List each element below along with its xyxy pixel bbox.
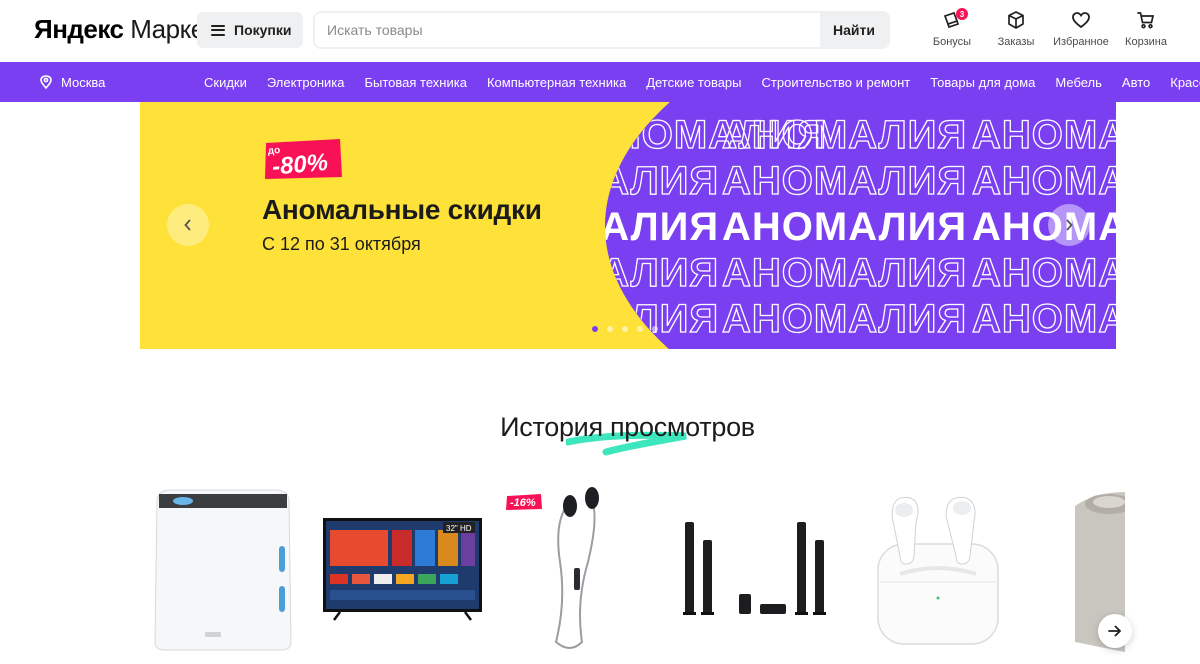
box-icon [1008, 11, 1024, 29]
banner-next-button[interactable] [1048, 204, 1090, 246]
menu-icon [211, 24, 225, 36]
chevron-right-icon [1066, 219, 1073, 231]
nav-item-home[interactable]: Товары для дома [920, 75, 1045, 90]
orders-label: Заказы [997, 36, 1035, 48]
search-button[interactable]: Найти [820, 13, 888, 47]
nav-items: Скидки Электроника Бытовая техника Компь… [194, 62, 1200, 102]
city-label: Москва [61, 74, 106, 90]
product-tv[interactable]: 32" HD [320, 482, 485, 664]
category-nav: Москва Скидки Электроника Бытовая техник… [0, 62, 1200, 102]
product-earbuds[interactable] [870, 482, 1005, 664]
heart-icon [1072, 12, 1090, 29]
nav-item-furniture[interactable]: Мебель [1045, 75, 1112, 90]
history-title: История просмотров [500, 412, 755, 442]
banner-prev-button[interactable] [167, 204, 209, 246]
discount-text: -16% [510, 497, 536, 509]
history-products: 32" HD [145, 482, 1125, 664]
chevron-left-icon [184, 219, 191, 231]
search-bar: Найти [313, 11, 890, 49]
nav-item-construction[interactable]: Строительство и ремонт [752, 75, 921, 90]
pattern-row-3c: АНОМАЛИЯ [972, 205, 1116, 249]
pattern-row-2b: АНОМАЛИЯ [722, 159, 967, 203]
history-next-button[interactable] [1098, 614, 1132, 648]
product-headphones[interactable] [530, 482, 625, 664]
pattern-row-5: АНОМАЛИЯ [474, 297, 719, 341]
location-pin-icon [40, 75, 52, 89]
banner-dot-4[interactable] [637, 326, 643, 332]
bonuses-button[interactable]: 3 Бонусы [920, 8, 984, 48]
catalog-button-label: Покупки [234, 22, 292, 38]
city-selector[interactable]: Москва [40, 62, 105, 102]
nav-item-computers[interactable]: Компьютерная техника [477, 75, 636, 90]
nav-item-electronics[interactable]: Электроника [257, 75, 355, 90]
favorites-button[interactable]: Избранное [1048, 10, 1114, 48]
bonuses-label: Бонусы [932, 36, 972, 48]
nav-item-beauty[interactable]: Красота [1160, 75, 1200, 90]
banner-pagination [592, 326, 658, 332]
nav-item-appliances[interactable]: Бытовая техника [355, 75, 477, 90]
search-input[interactable] [315, 13, 820, 47]
banner-subtitle: С 12 по 31 октября [262, 234, 421, 254]
tv-screen-badge: 32" HD [446, 524, 472, 533]
product-speaker-system[interactable] [675, 482, 845, 664]
banner-dot-2[interactable] [607, 326, 613, 332]
nav-item-discounts[interactable]: Скидки [194, 75, 257, 90]
discount-sticker: до -80% [265, 139, 342, 181]
cart-button[interactable]: Корзина [1114, 10, 1178, 48]
pattern-row-2c: АНОМАЛИЯ [972, 159, 1116, 203]
catalog-button[interactable]: Покупки [197, 12, 303, 48]
arrow-right-icon [1108, 625, 1122, 637]
favorites-label: Избранное [1053, 36, 1109, 48]
banner-dot-3[interactable] [622, 326, 628, 332]
orders-button[interactable]: Заказы [984, 10, 1048, 48]
bonus-badge: 3 [956, 8, 968, 20]
pattern-row-4: АНОМАЛИЯ [474, 251, 719, 295]
nav-item-kids[interactable]: Детские товары [636, 75, 751, 90]
pattern-row-5c: АНОМАЛИЯ [972, 297, 1116, 341]
pattern-row-5b: АНОМАЛИЯ [722, 297, 967, 341]
banner-dot-1[interactable] [592, 326, 598, 332]
cart-label: Корзина [1125, 36, 1167, 48]
pattern-row-1c: АНОМАЛИЯ [972, 113, 1116, 157]
header: Яндекс Маркет Покупки Найти 3 Бонусы Зак… [0, 0, 1200, 62]
pattern-row-1b: АНОМАЛИЯ [722, 113, 967, 157]
product-air-purifier[interactable] [145, 482, 295, 664]
pattern-row-4c: АНОМАЛИЯ [972, 251, 1116, 295]
pattern-row-4b: АНОМАЛИЯ [722, 251, 967, 295]
sticker-value: -80% [271, 149, 329, 181]
pattern-row-3b: АНОМАЛИЯ [722, 205, 967, 249]
cart-icon [1137, 12, 1155, 29]
banner-dot-5[interactable] [652, 326, 658, 332]
header-actions: 3 Бонусы Заказы Избранное Корзина [920, 8, 1178, 48]
product-discount-badge: -16% [506, 494, 542, 510]
banner-title: Аномальные скидки [262, 194, 542, 225]
logo[interactable]: Яндекс Маркет [34, 14, 216, 45]
nav-item-auto[interactable]: Авто [1112, 75, 1160, 90]
